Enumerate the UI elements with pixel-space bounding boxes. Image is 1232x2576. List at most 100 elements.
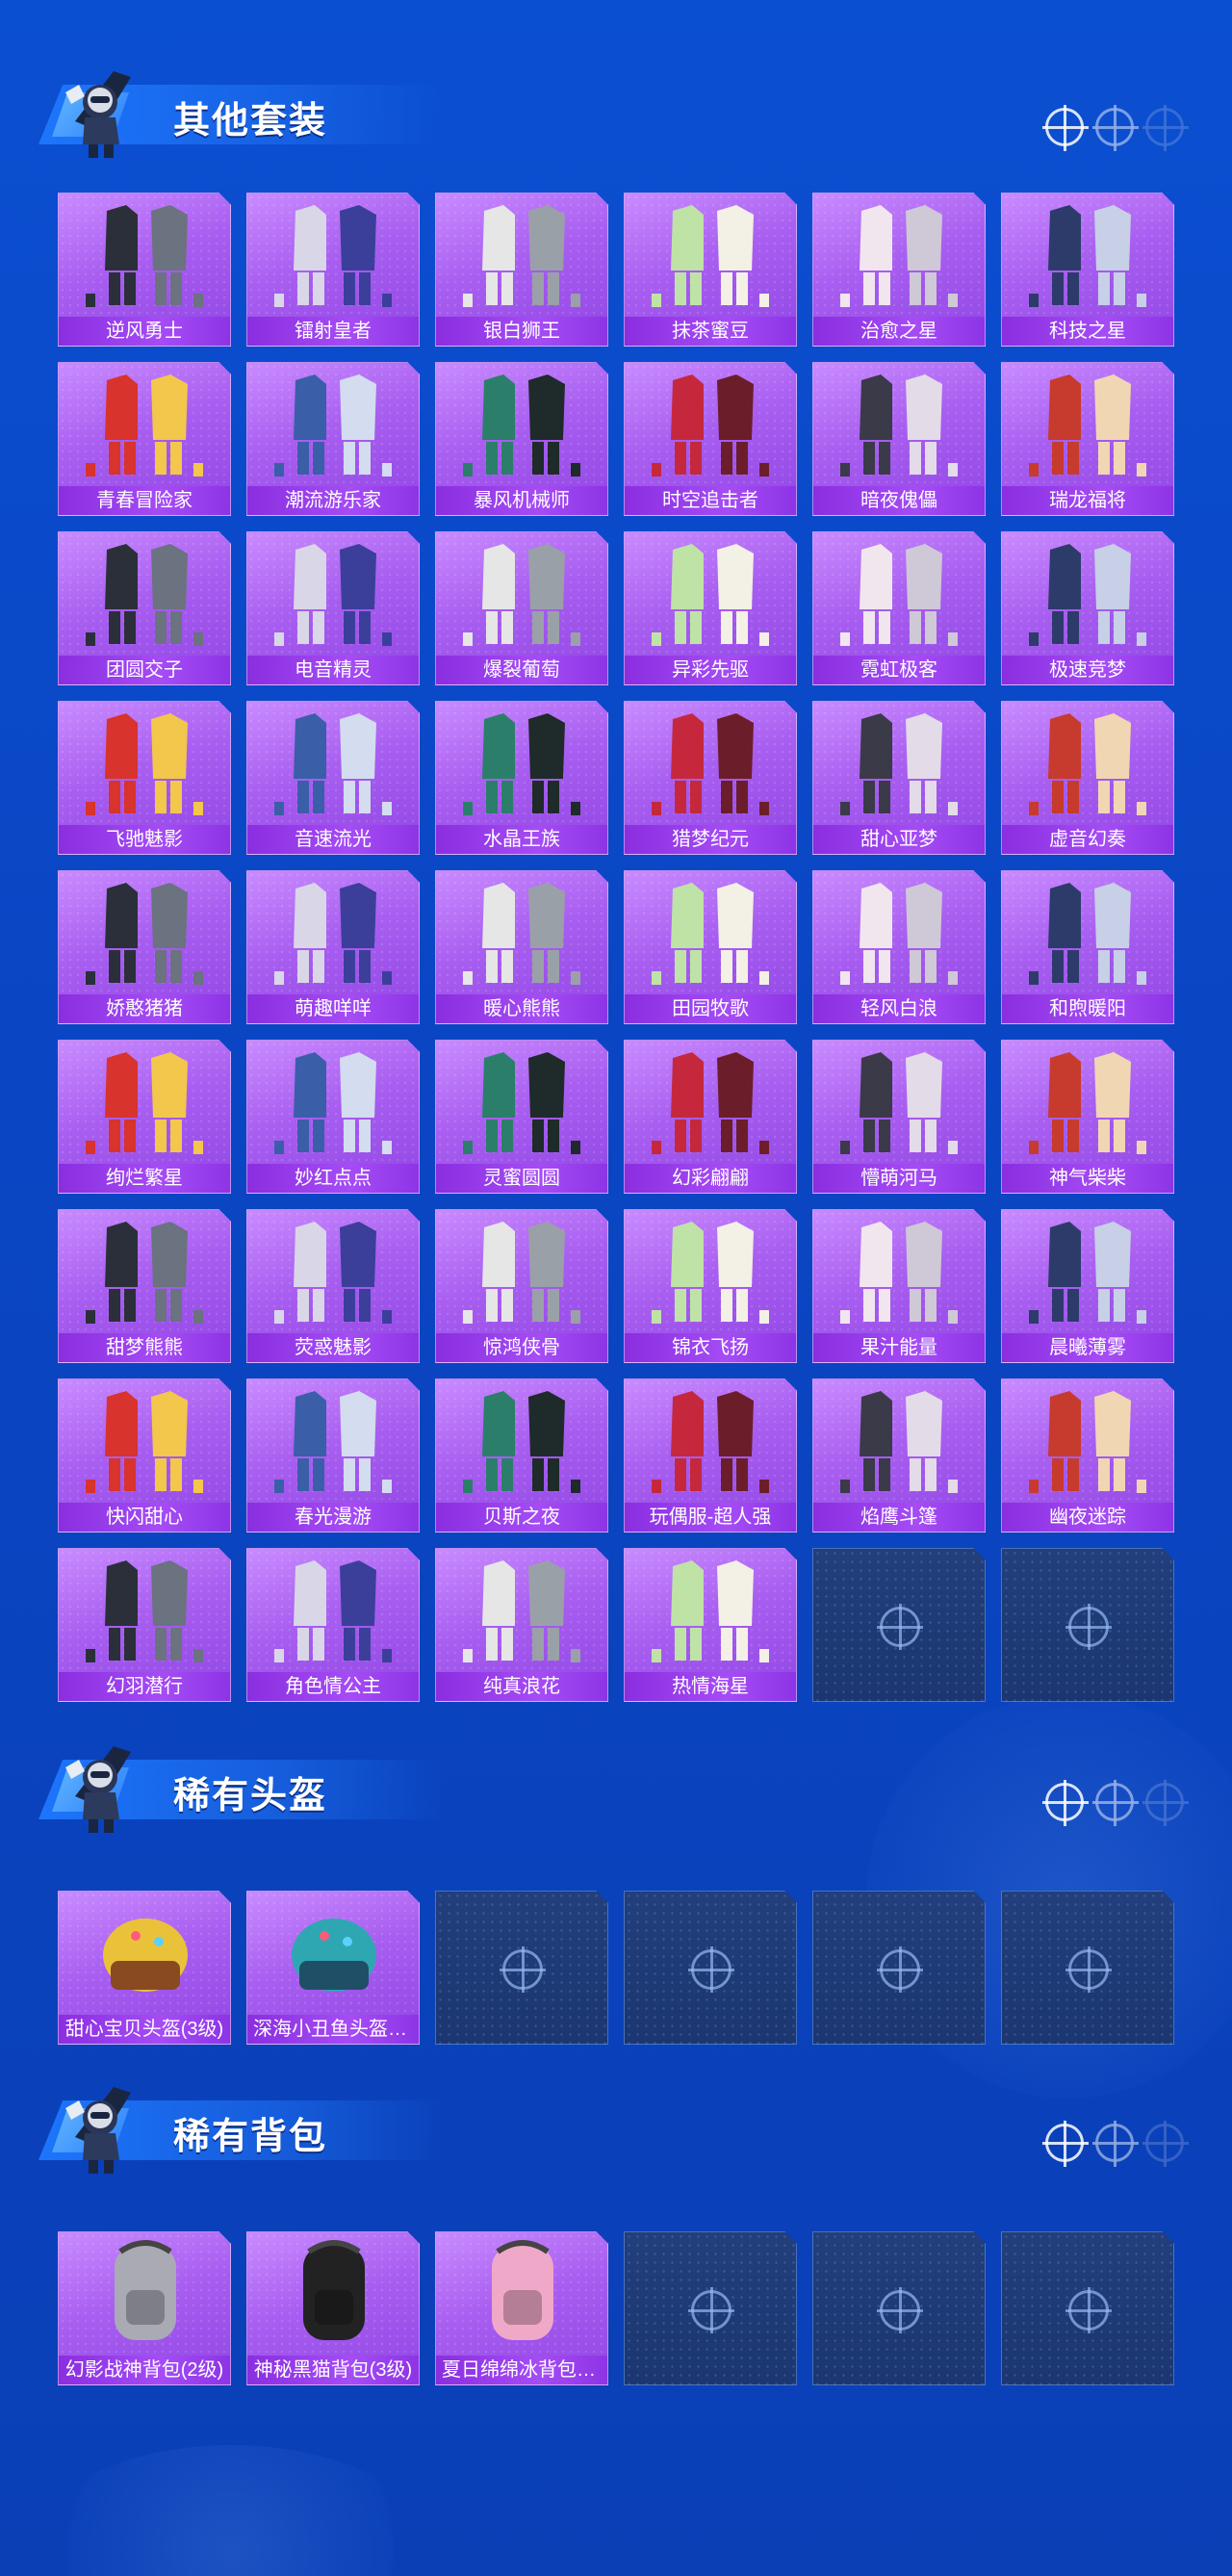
outfit-thumbnail [1029, 1391, 1146, 1493]
outfit-thumbnail [652, 544, 769, 646]
outfit-thumbnail [463, 374, 580, 477]
outfit-card[interactable]: 幻彩翩翩 [624, 1040, 797, 1194]
outfit-card[interactable]: 荧惑魅影 [246, 1209, 420, 1363]
outfit-card[interactable]: 时空追击者 [624, 362, 797, 516]
outfit-card[interactable]: 银白狮王 [435, 193, 608, 347]
outfit-card[interactable]: 抹茶蜜豆 [624, 193, 797, 347]
outfit-card[interactable]: 潮流游乐家 [246, 362, 420, 516]
outfit-thumbnail [652, 713, 769, 815]
section-icons [1042, 1780, 1189, 1826]
outfit-name-label: 热情海星 [625, 1672, 796, 1701]
outfit-name-label: 绚烂繁星 [59, 1164, 230, 1193]
outfit-card[interactable]: 暗夜傀儡 [812, 362, 986, 516]
backpack-card[interactable]: 神秘黑猫背包(3级) [246, 2231, 420, 2385]
outfit-card[interactable]: 幻羽潜行 [58, 1548, 231, 1702]
outfit-name-label: 果汁能量 [813, 1333, 985, 1362]
outfit-card[interactable]: 音速流光 [246, 701, 420, 855]
outfit-card[interactable]: 锦衣飞扬 [624, 1209, 797, 1363]
outfit-card[interactable]: 电音精灵 [246, 531, 420, 685]
outfit-card[interactable]: 焰鹰斗篷 [812, 1378, 986, 1533]
backpack-name-label: 幻影战神背包(2级) [59, 2356, 230, 2384]
outfit-card[interactable]: 神气柴柴 [1001, 1040, 1174, 1194]
outfit-thumbnail [652, 1560, 769, 1662]
outfit-card[interactable]: 懵萌河马 [812, 1040, 986, 1194]
outfit-name-label: 猎梦纪元 [625, 825, 796, 854]
outfit-card[interactable]: 贝斯之夜 [435, 1378, 608, 1533]
outfit-thumbnail [1029, 205, 1146, 307]
outfit-name-label: 青春冒险家 [59, 486, 230, 515]
section-title: 其他套装 [173, 101, 328, 142]
outfit-card[interactable]: 逆风勇士 [58, 193, 231, 347]
outfit-card[interactable]: 爆裂葡萄 [435, 531, 608, 685]
helmet-thumbnail [103, 1919, 188, 1992]
outfit-thumbnail [840, 205, 958, 307]
backpack-card[interactable]: 幻影战神背包(2级) [58, 2231, 231, 2385]
outfit-thumbnail [274, 205, 392, 307]
section-header: 稀有背包 [29, 2074, 1189, 2179]
helmet-card[interactable]: 深海小丑鱼头盔(3级) [246, 1891, 420, 2045]
outfit-thumbnail [86, 1560, 203, 1662]
crosshair-icon [877, 1604, 923, 1650]
outfit-card[interactable]: 瑞龙福将 [1001, 362, 1174, 516]
outfit-thumbnail [86, 713, 203, 815]
outfit-name-label: 锦衣飞扬 [625, 1333, 796, 1362]
crosshair-icon [1142, 2121, 1189, 2167]
outfit-card[interactable]: 绚烂繁星 [58, 1040, 231, 1194]
outfit-card[interactable]: 水晶王族 [435, 701, 608, 855]
outfit-card[interactable]: 甜梦熊熊 [58, 1209, 231, 1363]
soldier-mascot-icon [65, 1746, 131, 1833]
backpack-card[interactable]: 夏日绵绵冰背包(3级) [435, 2231, 608, 2385]
outfit-thumbnail [86, 205, 203, 307]
outfit-thumbnail [274, 883, 392, 985]
outfit-card[interactable]: 纯真浪花 [435, 1548, 608, 1702]
outfit-card[interactable]: 暖心熊熊 [435, 870, 608, 1024]
outfit-card[interactable]: 萌趣咩咩 [246, 870, 420, 1024]
outfit-card[interactable]: 晨曦薄雾 [1001, 1209, 1174, 1363]
section-title: 稀有头盔 [173, 1776, 328, 1816]
helmet-card[interactable]: 甜心宝贝头盔(3级) [58, 1891, 231, 2045]
outfit-card[interactable]: 快闪甜心 [58, 1378, 231, 1533]
outfit-card[interactable]: 团圆交子 [58, 531, 231, 685]
outfit-card[interactable]: 异彩先驱 [624, 531, 797, 685]
outfit-name-label: 银白狮王 [436, 317, 607, 346]
outfit-name-label: 科技之星 [1002, 317, 1173, 346]
outfit-name-label: 团圆交子 [59, 656, 230, 684]
outfit-card[interactable]: 妙红点点 [246, 1040, 420, 1194]
outfit-card[interactable]: 角色情公主 [246, 1548, 420, 1702]
outfit-name-label: 异彩先驱 [625, 656, 796, 684]
outfit-card[interactable]: 灵蜜圆圆 [435, 1040, 608, 1194]
outfit-card[interactable]: 田园牧歌 [624, 870, 797, 1024]
outfit-card[interactable]: 镭射皇者 [246, 193, 420, 347]
outfit-name-label: 荧惑魅影 [247, 1333, 419, 1362]
outfit-thumbnail [463, 883, 580, 985]
outfit-card[interactable]: 青春冒险家 [58, 362, 231, 516]
outfit-name-label: 飞驰魅影 [59, 825, 230, 854]
outfit-card[interactable]: 治愈之星 [812, 193, 986, 347]
outfit-name-label: 潮流游乐家 [247, 486, 419, 515]
outfit-card[interactable]: 科技之星 [1001, 193, 1174, 347]
outfit-card[interactable]: 玩偶服-超人强 [624, 1378, 797, 1533]
outfit-card[interactable]: 暴风机械师 [435, 362, 608, 516]
crosshair-icon [688, 1946, 734, 1993]
outfit-card[interactable]: 飞驰魅影 [58, 701, 231, 855]
outfit-card[interactable]: 和煦暖阳 [1001, 870, 1174, 1024]
outfit-thumbnail [1029, 1052, 1146, 1154]
outfit-card[interactable]: 惊鸿侠骨 [435, 1209, 608, 1363]
outfit-card[interactable]: 虚音幻奏 [1001, 701, 1174, 855]
outfit-card[interactable]: 春光漫游 [246, 1378, 420, 1533]
outfit-card[interactable]: 热情海星 [624, 1548, 797, 1702]
outfit-card[interactable]: 甜心亚梦 [812, 701, 986, 855]
outfit-card[interactable]: 猎梦纪元 [624, 701, 797, 855]
outfit-card[interactable]: 幽夜迷踪 [1001, 1378, 1174, 1533]
outfit-card[interactable]: 果汁能量 [812, 1209, 986, 1363]
outfit-name-label: 时空追击者 [625, 486, 796, 515]
outfit-card[interactable]: 霓虹极客 [812, 531, 986, 685]
outfit-thumbnail [86, 374, 203, 477]
outfit-thumbnail [274, 1052, 392, 1154]
section-title: 稀有背包 [173, 2117, 328, 2157]
outfit-thumbnail [274, 544, 392, 646]
outfit-card[interactable]: 娇憨猪猪 [58, 870, 231, 1024]
outfit-card[interactable]: 极速竞梦 [1001, 531, 1174, 685]
outfit-name-label: 电音精灵 [247, 656, 419, 684]
outfit-card[interactable]: 轻风白浪 [812, 870, 986, 1024]
